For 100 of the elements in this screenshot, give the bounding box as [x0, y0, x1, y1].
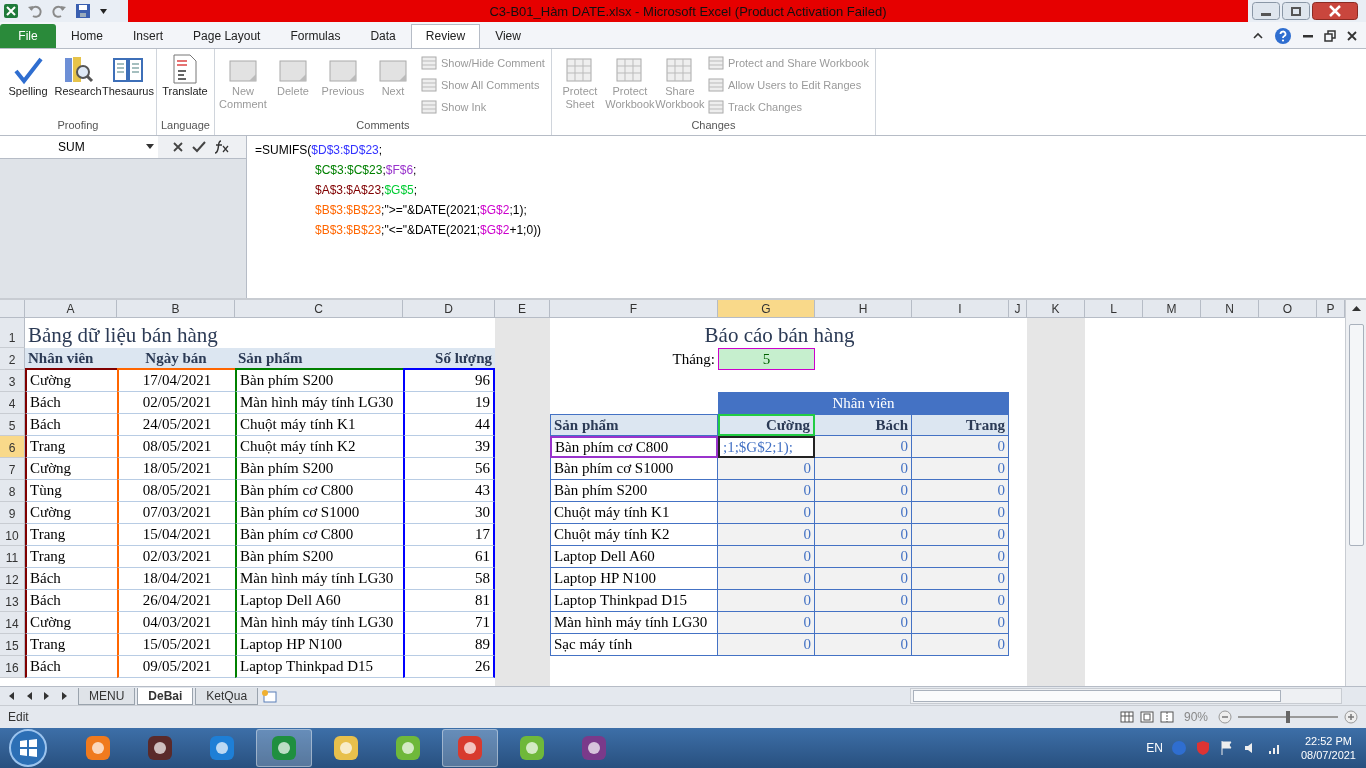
table-cell: Màn hình máy tính LG30	[235, 392, 403, 415]
restore-icon[interactable]	[1282, 2, 1310, 20]
row-header[interactable]: 15	[0, 634, 25, 657]
page-layout-icon[interactable]	[1139, 711, 1154, 724]
table-cell: 0	[815, 480, 912, 503]
close-icon[interactable]	[1346, 29, 1358, 42]
row-header[interactable]: 16	[0, 656, 25, 679]
table-cell: Cường	[25, 458, 117, 481]
table-cell: 0	[815, 546, 912, 569]
clock-time[interactable]: 22:52 PM	[1304, 734, 1352, 748]
flag-icon[interactable]	[1218, 740, 1235, 756]
ribbon-tab[interactable]: View	[480, 23, 536, 48]
row-header[interactable]: 14	[0, 612, 25, 635]
horizontal-scrollbar[interactable]	[910, 688, 1342, 705]
restore-icon[interactable]	[1324, 29, 1336, 42]
ribbon-tab[interactable]: Formulas	[275, 23, 356, 48]
column-header[interactable]: C	[235, 300, 403, 319]
column-header[interactable]: P	[1317, 300, 1345, 319]
ribbon-tab[interactable]: Home	[56, 23, 118, 48]
table-cell: 15/04/2021	[117, 524, 235, 547]
start-button-icon[interactable]	[8, 728, 48, 768]
ribbon-tab[interactable]: Data	[355, 23, 411, 48]
column-header[interactable]: D	[403, 300, 495, 319]
row-header[interactable]: 9	[0, 502, 25, 525]
ribbon-button[interactable]: Translate	[161, 50, 209, 119]
table-cell: 08/05/2021	[117, 436, 235, 459]
column-header[interactable]: M	[1143, 300, 1201, 319]
page-break-icon[interactable]	[1159, 711, 1174, 724]
column-header[interactable]: I	[912, 300, 1009, 319]
check-icon[interactable]	[192, 140, 206, 153]
row-header[interactable]: 5	[0, 414, 25, 437]
month-value-cell: 5	[718, 348, 815, 371]
formula-field[interactable]: =SUMIFS($D$3:$D$23; $C$3:$C$23;$F$6; $A$3:$A$23;$G$5; $B$3:$B$23;">="&DATE(2021;$G$2;1); $B$3:$B$23;"<="&DATE(2021;$G$2+1;0))	[247, 135, 1366, 299]
table-cell: 19	[403, 392, 495, 415]
sheet-tab[interactable]: DeBai	[137, 687, 194, 705]
row-header[interactable]: 1	[0, 318, 25, 349]
sheet-tab[interactable]: MENU	[78, 687, 136, 705]
column-header[interactable]: O	[1259, 300, 1317, 319]
minimize-icon[interactable]	[1252, 2, 1280, 20]
column-header[interactable]: K	[1027, 300, 1085, 319]
column-header[interactable]: B	[117, 300, 235, 319]
function-icon[interactable]	[214, 139, 230, 154]
app-icon	[456, 734, 484, 762]
table-cell: Màn hình máy tính LG30	[550, 612, 718, 635]
table-cell: Cường	[25, 502, 117, 525]
language-indicator[interactable]: EN	[1146, 741, 1163, 755]
sheet-icon	[707, 55, 724, 70]
undo-icon[interactable]	[27, 3, 43, 19]
table-cell: Laptop HP N100	[550, 568, 718, 591]
table-cell: 0	[912, 568, 1009, 591]
row-header[interactable]: 2	[0, 348, 25, 371]
save-icon[interactable]	[75, 3, 91, 19]
table-cell: Màn hình máy tính LG30	[235, 568, 403, 591]
cancel-icon[interactable]	[172, 140, 184, 153]
table-cell: Trang	[25, 436, 117, 459]
column-header[interactable]: E	[495, 300, 550, 319]
ribbon-tab[interactable]: Page Layout	[178, 23, 276, 48]
excel-logo-icon[interactable]	[3, 3, 19, 19]
table-cell: 24/05/2021	[117, 414, 235, 437]
ribbon-button[interactable]: Research	[54, 50, 102, 119]
table-cell: Bách	[25, 656, 117, 679]
table-cell: Laptop HP N100	[235, 634, 403, 657]
column-header[interactable]: J	[1009, 300, 1027, 319]
ribbon-tab[interactable]: Review	[410, 23, 481, 48]
file-tab[interactable]: File	[0, 23, 56, 48]
table-cell: Bách	[25, 414, 117, 437]
column-header[interactable]: N	[1201, 300, 1259, 319]
table-cell: 15/05/2021	[117, 634, 235, 657]
row-header[interactable]: 13	[0, 590, 25, 613]
row-header[interactable]: 11	[0, 546, 25, 569]
row-header[interactable]: 12	[0, 568, 25, 591]
column-header[interactable]: G	[718, 300, 815, 319]
row-header[interactable]: 10	[0, 524, 25, 547]
ribbon-button[interactable]: Spelling	[4, 50, 52, 119]
row-header[interactable]: 7	[0, 458, 25, 481]
zoom-slider[interactable]	[1286, 711, 1290, 724]
ribbon-tab[interactable]: Insert	[118, 23, 179, 48]
zoom-out-icon[interactable]	[1218, 710, 1232, 725]
row-header[interactable]: 4	[0, 392, 25, 415]
ribbon-button[interactable]: Thesaurus	[104, 50, 152, 119]
close-icon[interactable]	[1312, 2, 1358, 20]
scrollbar-thumb[interactable]	[1348, 324, 1364, 547]
sheet-tab[interactable]: KetQua	[195, 687, 259, 705]
taskbar-app-button[interactable]	[442, 729, 498, 767]
table-cell: 0	[815, 612, 912, 635]
redo-icon[interactable]	[51, 3, 67, 19]
zoom-in-icon[interactable]	[1344, 710, 1358, 725]
table-cell: Laptop Thinkpad D15	[550, 590, 718, 613]
row-header[interactable]: 6	[0, 436, 25, 459]
column-header[interactable]: A	[25, 300, 117, 319]
taskbar-app-button[interactable]	[256, 729, 312, 767]
clock-date[interactable]: 08/07/2021	[1300, 748, 1356, 762]
column-header[interactable]: L	[1085, 300, 1143, 319]
row-header[interactable]: 3	[0, 370, 25, 393]
column-header[interactable]: F	[550, 300, 718, 319]
row-header[interactable]: 8	[0, 480, 25, 503]
column-header[interactable]: H	[815, 300, 912, 319]
normal-view-icon[interactable]	[1119, 711, 1134, 724]
caret-icon[interactable]	[99, 6, 108, 16]
caret-icon	[146, 143, 154, 150]
